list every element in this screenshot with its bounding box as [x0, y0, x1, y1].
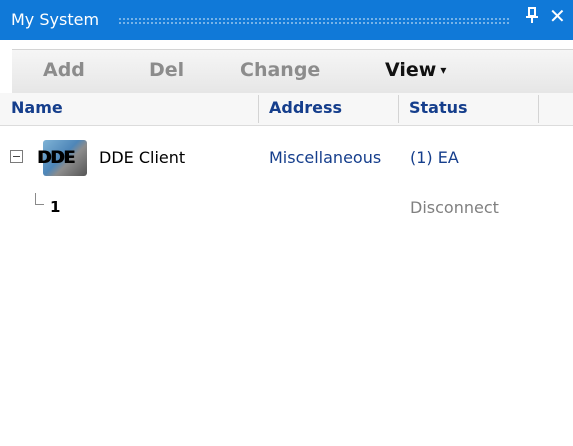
tree-connector [35, 193, 44, 205]
column-header: Name Address Status [0, 93, 573, 126]
dde-icon: DDE [37, 140, 91, 176]
delete-button[interactable]: Del [149, 59, 184, 81]
change-button[interactable]: Change [240, 59, 320, 81]
row-status: (1) EA [410, 148, 459, 167]
view-label: View [385, 59, 437, 81]
dde-icon-label: DDE [37, 148, 75, 168]
add-button[interactable]: Add [43, 59, 85, 81]
tree-row-dde-client[interactable]: DDE DDE Client Miscellaneous (1) EA [0, 140, 573, 176]
row-name: 1 [50, 198, 61, 216]
row-status: Disconnect [410, 198, 499, 217]
close-icon[interactable]: ✕ [549, 6, 566, 26]
column-header-status[interactable]: Status [409, 98, 468, 117]
tree-row-child[interactable]: 1 Disconnect [0, 190, 573, 220]
column-header-name[interactable]: Name [11, 98, 63, 117]
toolbar: Add Del Change View ▾ [12, 49, 573, 94]
panel-title: My System [11, 10, 100, 29]
panel-titlebar: My System ✕ [0, 0, 573, 40]
view-menu-button[interactable]: View ▾ [385, 59, 446, 81]
titlebar-grip[interactable] [118, 17, 510, 24]
column-divider[interactable] [398, 95, 399, 123]
chevron-down-icon: ▾ [440, 63, 447, 77]
column-divider[interactable] [538, 95, 539, 123]
collapse-icon[interactable] [10, 150, 23, 163]
row-name: DDE Client [99, 148, 186, 167]
row-address: Miscellaneous [269, 148, 382, 167]
column-divider[interactable] [258, 95, 259, 123]
column-header-address[interactable]: Address [269, 98, 342, 117]
pin-icon[interactable] [526, 7, 538, 27]
